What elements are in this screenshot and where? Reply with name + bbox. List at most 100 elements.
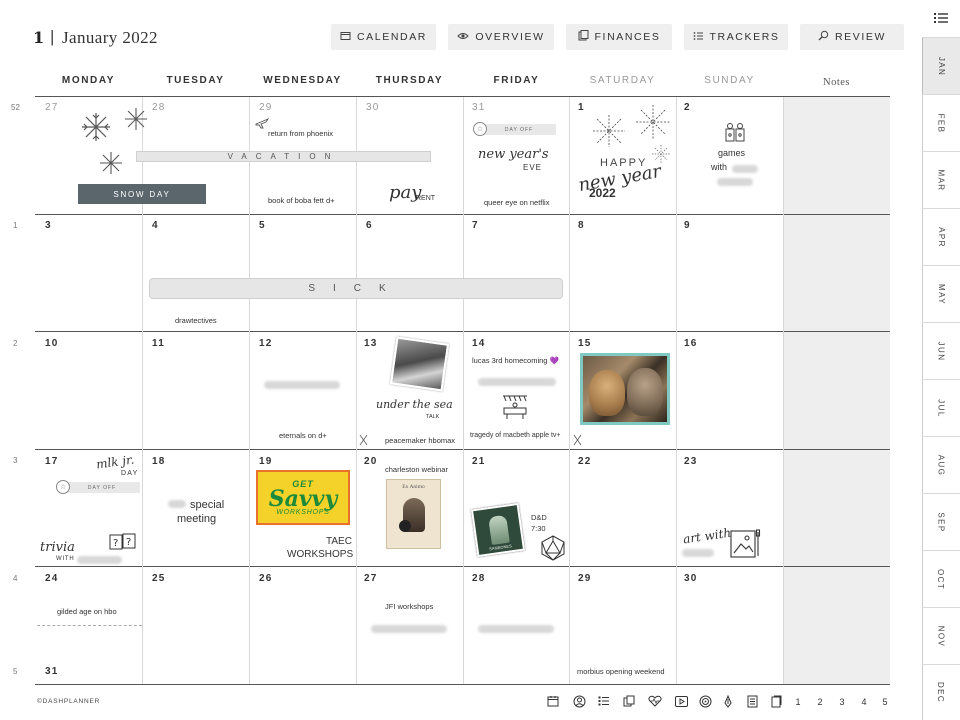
date-cell[interactable]: 19 xyxy=(259,456,273,467)
week-number-label[interactable]: 5 xyxy=(13,667,17,676)
date-cell[interactable]: 30 xyxy=(684,573,698,584)
event-morbius[interactable]: morbius opening weekend xyxy=(577,667,665,676)
event-return-from-phoenix[interactable]: return from phoenix xyxy=(268,129,333,138)
sick-event-bar[interactable]: SICK xyxy=(149,278,563,299)
event-lucas-homecoming[interactable]: lucas 3rd homecoming 💜 xyxy=(472,356,559,365)
snow-day-event[interactable]: SNOW DAY xyxy=(78,184,206,204)
date-cell[interactable]: 13 xyxy=(364,338,378,349)
event-games[interactable]: games xyxy=(718,148,745,158)
date-cell[interactable]: 16 xyxy=(684,338,698,349)
date-cell[interactable]: 8 xyxy=(578,220,585,231)
date-cell[interactable]: 5 xyxy=(259,220,266,231)
date-cell[interactable]: 25 xyxy=(152,573,166,584)
page-number-link[interactable]: 2 xyxy=(815,697,825,707)
month-tab-aug[interactable]: AUG xyxy=(922,436,960,493)
day-off-badge[interactable]: DAY OFF xyxy=(64,482,140,493)
nav-finances-button[interactable]: FINANCES xyxy=(566,24,672,50)
week-number-label[interactable]: 4 xyxy=(13,574,17,583)
date-cell[interactable]: 28 xyxy=(472,573,486,584)
date-cell[interactable]: 27 xyxy=(364,573,378,584)
event-drawtectives[interactable]: drawtectives xyxy=(175,316,217,325)
event-art-with[interactable]: art with xyxy=(682,526,732,547)
menu-button[interactable] xyxy=(922,0,960,37)
event-queer-eye[interactable]: queer eye on netflix xyxy=(484,198,549,207)
date-cell[interactable]: 9 xyxy=(684,220,691,231)
month-tab-sep[interactable]: SEP xyxy=(922,493,960,550)
date-cell[interactable]: 10 xyxy=(45,338,59,349)
month-tab-oct[interactable]: OCT xyxy=(922,550,960,607)
event-book-of-boba-fett[interactable]: book of boba fett d+ xyxy=(268,196,335,205)
month-tab-apr[interactable]: APR xyxy=(922,208,960,265)
target-icon[interactable] xyxy=(698,694,712,708)
nav-review-button[interactable]: REVIEW xyxy=(800,24,904,50)
finances-icon[interactable] xyxy=(622,694,636,708)
month-tab-jun[interactable]: JUN xyxy=(922,322,960,379)
event-new-years-eve[interactable]: new year's xyxy=(478,147,549,162)
date-cell[interactable]: 30 xyxy=(366,102,380,113)
month-tab-mar[interactable]: MAR xyxy=(922,151,960,208)
month-tab-dec[interactable]: DEC xyxy=(922,664,960,720)
calendar-icon[interactable] xyxy=(546,694,560,708)
page-number-link[interactable]: 4 xyxy=(859,697,869,707)
event-peacemaker[interactable]: peacemaker hbomax xyxy=(385,436,455,445)
pen-icon[interactable] xyxy=(721,694,735,708)
vacation-event-bar[interactable]: VACATION xyxy=(136,151,431,162)
pages-icon[interactable] xyxy=(769,694,783,708)
date-cell[interactable]: 3 xyxy=(45,220,52,231)
month-tab-feb[interactable]: FEB xyxy=(922,94,960,151)
month-tab-jan[interactable]: JAN xyxy=(922,37,960,94)
month-tab-may[interactable]: MAY xyxy=(922,265,960,322)
date-cell[interactable]: 24 xyxy=(45,573,59,584)
date-cell[interactable]: 7 xyxy=(472,220,479,231)
month-tab-nov[interactable]: NOV xyxy=(922,607,960,664)
date-cell[interactable]: 31 xyxy=(472,102,486,113)
date-cell[interactable]: 6 xyxy=(366,220,373,231)
month-tab-jul[interactable]: JUL xyxy=(922,379,960,436)
week-number-label[interactable]: 52 xyxy=(11,103,20,112)
user-icon[interactable] xyxy=(572,694,586,708)
date-cell[interactable]: 12 xyxy=(259,338,273,349)
notebook-icon[interactable] xyxy=(745,694,759,708)
date-cell[interactable]: 17 xyxy=(45,456,59,467)
play-icon[interactable] xyxy=(674,694,688,708)
event-macbeth[interactable]: tragedy of macbeth apple tv+ xyxy=(470,432,560,439)
checklist-icon[interactable] xyxy=(597,694,611,708)
date-cell[interactable]: 4 xyxy=(152,220,159,231)
date-cell[interactable]: 28 xyxy=(152,102,166,113)
date-cell[interactable]: 1 xyxy=(578,102,585,113)
event-taec[interactable]: TAEC xyxy=(326,536,352,547)
day-off-badge[interactable]: DAY OFF xyxy=(482,124,556,135)
event-mlk[interactable]: mlk jr. xyxy=(95,452,135,471)
date-cell[interactable]: 26 xyxy=(259,573,273,584)
event-trivia[interactable]: trivia xyxy=(40,540,75,555)
page-number-link[interactable]: 5 xyxy=(880,697,890,707)
date-cell[interactable]: 21 xyxy=(472,456,486,467)
date-cell[interactable]: 31 xyxy=(45,666,59,677)
event-under-the-sea[interactable]: under the sea xyxy=(376,398,453,411)
event-special[interactable]: special xyxy=(190,499,224,511)
nav-calendar-button[interactable]: CALENDAR xyxy=(331,24,436,50)
date-cell[interactable]: 11 xyxy=(152,338,165,349)
date-cell[interactable]: 18 xyxy=(152,456,166,467)
date-cell[interactable]: 27 xyxy=(45,102,59,113)
date-cell[interactable]: 14 xyxy=(472,338,486,349)
date-cell[interactable]: 29 xyxy=(259,102,273,113)
event-gilded-age[interactable]: gilded age on hbo xyxy=(57,607,117,616)
event-dnd[interactable]: D&D xyxy=(531,513,547,522)
date-cell[interactable]: 29 xyxy=(578,573,592,584)
event-jfi-workshops[interactable]: JFI workshops xyxy=(385,602,433,611)
date-cell[interactable]: 22 xyxy=(578,456,592,467)
event-eternals[interactable]: eternals on d+ xyxy=(279,431,327,440)
week-number-label[interactable]: 3 xyxy=(13,456,17,465)
nav-overview-button[interactable]: OVERVIEW xyxy=(448,24,554,50)
week-number-label[interactable]: 1 xyxy=(13,221,17,230)
week-number-label[interactable]: 2 xyxy=(13,339,17,348)
date-cell[interactable]: 2 xyxy=(684,102,691,113)
notes-column[interactable] xyxy=(783,97,890,684)
date-cell[interactable]: 20 xyxy=(364,456,378,467)
event-charleston-webinar[interactable]: charleston webinar xyxy=(385,465,448,474)
page-number-link[interactable]: 1 xyxy=(793,697,803,707)
date-cell[interactable]: 23 xyxy=(684,456,698,467)
date-cell[interactable]: 15 xyxy=(578,338,592,349)
heartbeat-icon[interactable] xyxy=(648,694,662,708)
